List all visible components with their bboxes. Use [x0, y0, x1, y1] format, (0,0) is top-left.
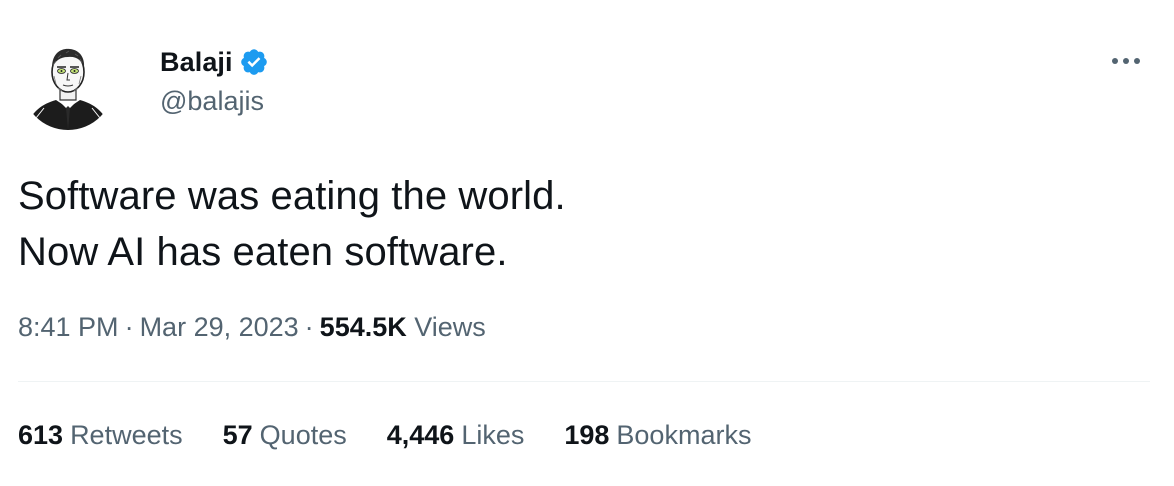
retweets-stat[interactable]: 613 Retweets	[18, 420, 183, 451]
retweets-count: 613	[18, 420, 64, 450]
tweet-text: Software was eating the world. Now AI ha…	[18, 168, 566, 280]
tweet-timestamp-time[interactable]: 8:41 PM	[18, 312, 119, 342]
author-info: Balaji @balajis	[160, 44, 269, 117]
author-handle[interactable]: @balajis	[160, 86, 269, 117]
name-row: Balaji	[160, 44, 269, 80]
bookmarks-label: Bookmarks	[616, 420, 752, 450]
quotes-count: 57	[222, 420, 253, 450]
retweets-label: Retweets	[70, 420, 183, 450]
likes-count: 4,446	[386, 420, 455, 450]
views-label: Views	[414, 312, 486, 342]
meta-separator: ·	[304, 312, 314, 342]
avatar[interactable]	[22, 38, 114, 130]
verified-badge-icon[interactable]	[239, 47, 269, 77]
tweet-timestamp-date[interactable]: Mar 29, 2023	[140, 312, 299, 342]
tweet-text-line-1: Software was eating the world.	[18, 174, 566, 218]
bookmarks-stat[interactable]: 198 Bookmarks	[564, 420, 751, 451]
divider	[18, 381, 1150, 382]
sketch-portrait-icon	[22, 38, 114, 130]
views-count: 554.5K	[319, 312, 407, 342]
tweet-header: Balaji @balajis	[22, 38, 269, 130]
author-display-name[interactable]: Balaji	[160, 47, 233, 78]
quotes-stat[interactable]: 57 Quotes	[223, 420, 347, 451]
likes-label: Likes	[461, 420, 525, 450]
more-options-button[interactable]	[1108, 46, 1144, 76]
quotes-label: Quotes	[259, 420, 347, 450]
tweet-text-line-2: Now AI has eaten software.	[18, 230, 508, 274]
tweet-meta: 8:41 PM · Mar 29, 2023 · 554.5K Views	[18, 312, 486, 343]
meta-separator: ·	[124, 312, 134, 342]
more-horizontal-icon	[1112, 58, 1140, 64]
tweet-card: Balaji @balajis Software was eating the …	[0, 0, 1174, 486]
likes-stat[interactable]: 4,446 Likes	[387, 420, 525, 451]
bookmarks-count: 198	[564, 420, 610, 450]
engagement-stats: 613 Retweets 57 Quotes 4,446 Likes 198 Bookm…	[18, 420, 751, 451]
